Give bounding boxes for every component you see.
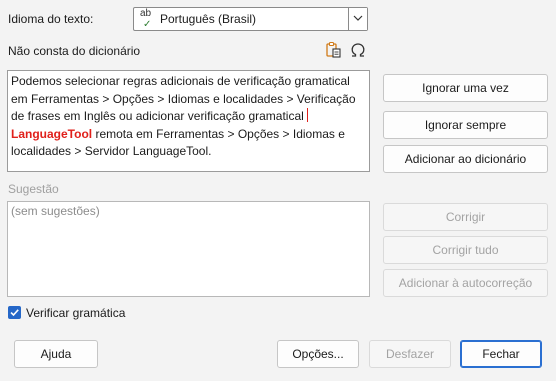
text-before: Podemos selecionar regras adicionais de … <box>11 74 356 123</box>
close-button[interactable]: Fechar <box>460 340 542 368</box>
add-to-autocorrect-button[interactable]: Adicionar à autocorreção <box>383 269 548 297</box>
check-grammar-label[interactable]: Verificar gramática <box>26 306 125 320</box>
no-suggestions-text: (sem sugestões) <box>11 204 100 218</box>
language-label: Idioma do texto: <box>8 12 94 26</box>
ignore-once-button[interactable]: Ignorar uma vez <box>383 74 548 102</box>
suggestion-label: Sugestão <box>8 182 59 196</box>
correct-all-button[interactable]: Corrigir tudo <box>383 236 548 264</box>
check-grammar-checkbox[interactable] <box>8 306 21 319</box>
not-in-dictionary-label: Não consta do dicionário <box>8 44 141 58</box>
suggestion-list[interactable]: (sem sugestões) <box>7 201 370 297</box>
language-selected-value: Português (Brasil) <box>160 12 257 26</box>
text-cursor <box>307 108 309 122</box>
spellcheck-ab-icon: ab ✓ <box>140 8 152 30</box>
options-button[interactable]: Opções... <box>277 340 359 368</box>
paste-icon[interactable] <box>325 41 343 59</box>
highlighted-error-word[interactable]: LanguageTool <box>11 127 92 141</box>
help-button[interactable]: Ajuda <box>14 340 98 368</box>
language-select[interactable]: ab ✓ Português (Brasil) <box>133 7 368 31</box>
correct-button[interactable]: Corrigir <box>383 203 548 231</box>
chevron-down-icon[interactable] <box>348 8 367 30</box>
undo-button[interactable]: Desfazer <box>369 340 451 368</box>
add-to-dictionary-button[interactable]: Adicionar ao dicionário <box>383 145 548 173</box>
error-text-area[interactable]: Podemos selecionar regras adicionais de … <box>7 70 370 172</box>
ignore-always-button[interactable]: Ignorar sempre <box>383 111 548 139</box>
special-character-omega-icon[interactable] <box>349 41 367 59</box>
